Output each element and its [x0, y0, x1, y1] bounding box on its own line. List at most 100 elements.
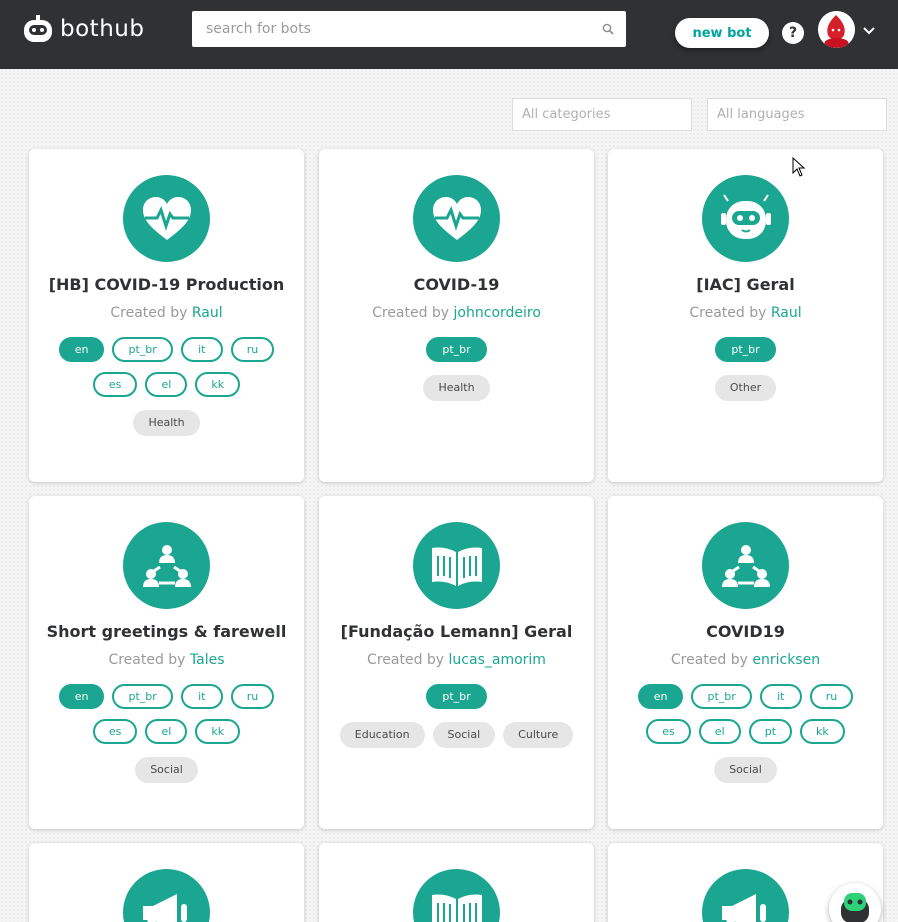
- language-tag-en[interactable]: en: [58, 337, 105, 362]
- created-by-label: Created by: [108, 652, 190, 668]
- category-tags-row: Social: [608, 757, 883, 783]
- language-tag-en[interactable]: en: [637, 684, 684, 709]
- chat-robot-icon: [841, 893, 869, 922]
- language-tag-pt_br[interactable]: pt_br: [691, 684, 752, 709]
- search-input[interactable]: [192, 11, 626, 47]
- category-tags-row: Education Social Culture: [319, 722, 594, 748]
- new-bot-button[interactable]: new bot: [675, 18, 769, 48]
- bot-title[interactable]: [IAC] Geral: [608, 275, 883, 294]
- category-tag[interactable]: Social: [432, 722, 496, 748]
- language-tag-it[interactable]: it: [759, 684, 802, 709]
- language-tag-es[interactable]: es: [92, 372, 138, 397]
- created-by-line: Created by enricksen: [608, 652, 883, 668]
- author-link[interactable]: Tales: [190, 652, 225, 668]
- language-tag-pt_br[interactable]: pt_br: [426, 337, 487, 362]
- author-link[interactable]: enricksen: [752, 652, 820, 668]
- bot-title[interactable]: Short greetings & farewell: [29, 622, 304, 641]
- author-link[interactable]: Raul: [192, 305, 223, 321]
- top-navigation-bar: bothub new bot ?: [0, 0, 898, 69]
- language-tags-row: es el kk: [29, 719, 304, 744]
- bot-title[interactable]: [HB] COVID-19 Production: [29, 275, 304, 294]
- language-tags-row: en pt_br it ru: [608, 684, 883, 709]
- language-tag-ru[interactable]: ru: [230, 337, 275, 362]
- language-tag-el[interactable]: el: [145, 719, 188, 744]
- language-tag-kk[interactable]: kk: [195, 719, 241, 744]
- category-tags-row: Other: [608, 375, 883, 401]
- chevron-down-icon[interactable]: [862, 26, 876, 36]
- created-by-line: Created by Raul: [608, 305, 883, 321]
- bot-card[interactable]: COVID-19 Created by johncordeiro pt_br Heal…: [319, 149, 594, 482]
- language-tag-pt_br[interactable]: pt_br: [112, 337, 173, 362]
- open-book-icon: [413, 869, 500, 922]
- mouse-cursor-icon: [792, 157, 806, 177]
- avatar[interactable]: [818, 11, 855, 48]
- author-link[interactable]: lucas_amorim: [449, 652, 546, 668]
- created-by-label: Created by: [367, 652, 449, 668]
- language-tag-pt_br[interactable]: pt_br: [426, 684, 487, 709]
- bot-title[interactable]: COVID-19: [319, 275, 594, 294]
- logo-text: bothub: [60, 16, 145, 42]
- category-tag[interactable]: Other: [714, 375, 777, 401]
- bot-card[interactable]: [319, 843, 594, 922]
- search-icon[interactable]: [602, 23, 614, 35]
- language-tag-pt[interactable]: pt: [748, 719, 793, 744]
- open-book-icon: [413, 522, 500, 609]
- bot-card[interactable]: COVID19 Created by enricksen en pt_br it ru es…: [608, 496, 883, 829]
- created-by-label: Created by: [110, 305, 192, 321]
- bot-card[interactable]: [Fundação Lemann] Geral Created by lucas_…: [319, 496, 594, 829]
- language-tags-row: pt_br: [608, 337, 883, 362]
- bot-title[interactable]: [Fundação Lemann] Geral: [319, 622, 594, 641]
- language-tag-es[interactable]: es: [646, 719, 691, 744]
- bot-title[interactable]: COVID19: [608, 622, 883, 641]
- category-tag[interactable]: Education: [339, 722, 425, 748]
- language-tags-row: es el kk: [29, 372, 304, 397]
- language-tag-kk[interactable]: kk: [195, 372, 241, 397]
- category-tags-row: Social: [29, 757, 304, 783]
- language-tag-kk[interactable]: kk: [800, 719, 845, 744]
- bot-card[interactable]: Short greetings & farewell Created by Tal…: [29, 496, 304, 829]
- bot-card[interactable]: [HB] COVID-19 Production Created by Raul e…: [29, 149, 304, 482]
- created-by-line: Created by lucas_amorim: [319, 652, 594, 668]
- language-tag-el[interactable]: el: [145, 372, 188, 397]
- language-tag-pt_br[interactable]: pt_br: [112, 684, 173, 709]
- author-link[interactable]: Raul: [771, 305, 802, 321]
- author-link[interactable]: johncordeiro: [454, 305, 541, 321]
- chat-bot-launcher[interactable]: [829, 883, 881, 922]
- bot-card[interactable]: [IAC] Geral Created by Raul pt_br Other: [608, 149, 883, 482]
- search-box[interactable]: [192, 11, 626, 47]
- language-tag-pt_br[interactable]: pt_br: [715, 337, 776, 362]
- robot-icon: [702, 175, 789, 262]
- language-tag-it[interactable]: it: [180, 337, 223, 362]
- help-icon[interactable]: ?: [782, 22, 804, 44]
- bot-card[interactable]: [29, 843, 304, 922]
- created-by-line: Created by Raul: [29, 305, 304, 321]
- bot-head-logo-icon: [24, 15, 52, 42]
- created-by-line: Created by johncordeiro: [319, 305, 594, 321]
- language-tags-row: pt_br: [319, 337, 594, 362]
- people-network-icon: [123, 522, 210, 609]
- created-by-label: Created by: [689, 305, 771, 321]
- language-tag-it[interactable]: it: [180, 684, 223, 709]
- language-tag-el[interactable]: el: [698, 719, 741, 744]
- people-network-icon: [702, 522, 789, 609]
- language-tag-es[interactable]: es: [92, 719, 138, 744]
- megaphone-icon: [123, 869, 210, 922]
- language-tag-ru[interactable]: ru: [230, 684, 275, 709]
- bothub-logo[interactable]: bothub: [22, 14, 144, 44]
- categories-filter[interactable]: All categories: [512, 98, 692, 131]
- category-tag[interactable]: Health: [133, 410, 200, 436]
- megaphone-icon: [702, 869, 789, 922]
- category-tags-row: Health: [319, 375, 594, 401]
- language-tag-ru[interactable]: ru: [809, 684, 854, 709]
- language-tags-row: pt_br: [319, 684, 594, 709]
- category-tag[interactable]: Health: [423, 375, 490, 401]
- language-tag-en[interactable]: en: [58, 684, 105, 709]
- category-tag[interactable]: Social: [135, 757, 198, 783]
- heart-pulse-icon: [123, 175, 210, 262]
- created-by-label: Created by: [670, 652, 753, 668]
- category-tag[interactable]: Culture: [503, 722, 574, 748]
- languages-filter[interactable]: All languages: [707, 98, 887, 131]
- user-avatar-icon: [818, 11, 855, 48]
- created-by-line: Created by Tales: [29, 652, 304, 668]
- category-tag[interactable]: Social: [714, 757, 777, 783]
